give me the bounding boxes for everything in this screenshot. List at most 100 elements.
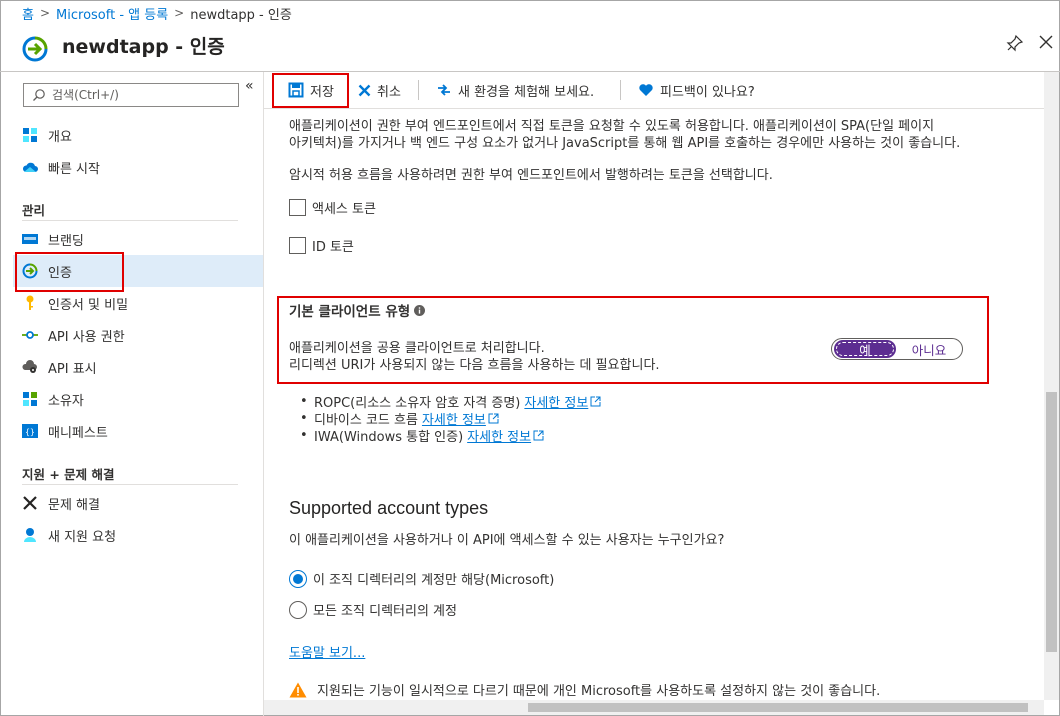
manifest-icon: {} xyxy=(22,423,38,439)
save-highlight xyxy=(272,73,349,108)
sidebar-item-label: API 사용 권한 xyxy=(48,329,125,345)
discard-button[interactable]: 취소 xyxy=(358,72,401,108)
sidebar-item-label: 소유자 xyxy=(48,393,84,409)
try-new-experience-button[interactable]: 새 환경을 체험해 보세요. xyxy=(436,72,594,108)
breadcrumb: 홈 > Microsoft - 앱 등록 > newdtapp - 인증 xyxy=(22,4,292,23)
implicit-grant-description: 아키텍처)를 가지거나 백 엔드 구성 요소가 없거나 JavaScript를 … xyxy=(289,136,961,151)
radio-single-tenant[interactable]: 이 조직 디렉터리의 계정만 해당(Microsoft) xyxy=(289,569,554,588)
warning-text: 지원되는 기능이 일시적으로 다르기 때문에 개인 Microsoft를 사용하… xyxy=(317,684,881,699)
toolbar-separator xyxy=(418,80,419,100)
section-heading-support: 지원 + 문제 해결 xyxy=(22,467,115,482)
info-icon[interactable] xyxy=(414,304,426,316)
help-me-decide-link[interactable]: 도움말 보기... xyxy=(289,642,365,661)
learn-more-link[interactable]: 자세한 정보 xyxy=(467,426,544,445)
vertical-scrollbar[interactable] xyxy=(1044,72,1059,700)
horizontal-scrollbar-thumb[interactable] xyxy=(528,703,1028,712)
default-client-type-title: 기본 클라이언트 유형 xyxy=(289,300,426,320)
breadcrumb-home-link[interactable]: 홈 xyxy=(22,4,34,23)
svg-text:{}: {} xyxy=(25,428,35,437)
access-token-label: 액세스 토큰 xyxy=(312,202,376,217)
id-token-checkbox[interactable] xyxy=(289,237,306,254)
breadcrumb-current: newdtapp - 인증 xyxy=(190,7,292,23)
title-bar: newdtapp - 인증 xyxy=(0,26,1060,70)
owners-grid-icon xyxy=(22,391,38,407)
main-content: 애플리케이션이 권한 부여 엔드포인트에서 직접 토큰을 요청할 수 있도록 허… xyxy=(264,108,1044,700)
tools-icon xyxy=(22,495,38,511)
api-permissions-icon xyxy=(22,327,38,343)
vertical-scrollbar-thumb[interactable] xyxy=(1046,392,1057,652)
overview-grid-icon xyxy=(22,127,38,143)
sidebar-item-label: 브랜딩 xyxy=(48,233,84,249)
sidebar-item-label: 새 지원 요청 xyxy=(48,529,117,545)
sidebar-item-label: 문제 해결 xyxy=(48,497,100,513)
collapse-sidebar-icon[interactable]: « xyxy=(245,78,254,94)
list-item: IWA(Windows 통합 인증) 자세한 정보 xyxy=(300,426,544,445)
sidebar-item-new-support-request[interactable]: 새 지원 요청 xyxy=(13,519,263,551)
feedback-label: 피드백이 있나요? xyxy=(660,84,755,100)
breadcrumb-separator: > xyxy=(39,6,51,20)
token-select-prompt: 암시적 허용 흐름을 사용하려면 권한 부여 엔드포인트에서 발행하려는 토큰을… xyxy=(289,168,773,183)
breadcrumb-separator: > xyxy=(174,6,185,20)
heart-icon xyxy=(639,84,653,96)
external-link-icon xyxy=(533,430,544,441)
flow-name: IWA(Windows 통합 인증) xyxy=(314,430,464,445)
sidebar: « 개요 빠른 시작 관리 브랜딩 인증 인증서 xyxy=(0,72,264,716)
sidebar-item-quickstart[interactable]: 빠른 시작 xyxy=(13,151,263,183)
close-icon[interactable] xyxy=(1038,34,1054,50)
sidebar-item-label: 빠른 시작 xyxy=(48,161,100,177)
external-link-icon xyxy=(590,396,601,407)
cloud-icon xyxy=(22,159,38,175)
sidebar-search[interactable] xyxy=(23,83,239,107)
id-token-label: ID 토큰 xyxy=(312,240,354,255)
authentication-highlight xyxy=(15,252,124,292)
sidebar-item-label: 인증서 및 비밀 xyxy=(48,297,129,313)
horizontal-scrollbar[interactable] xyxy=(264,700,1044,715)
supported-account-types-heading: Supported account types xyxy=(289,498,489,518)
learn-more-link[interactable]: 자세한 정보 xyxy=(524,392,601,411)
breadcrumb-app-registrations-link[interactable]: Microsoft - 앱 등록 xyxy=(56,4,168,23)
section-heading-manage: 관리 xyxy=(22,203,46,218)
sidebar-item-api-permissions[interactable]: API 사용 권한 xyxy=(13,319,263,351)
search-input[interactable] xyxy=(52,88,232,102)
default-client-type-label: 기본 클라이언트 유형 xyxy=(289,304,411,320)
sidebar-item-owners[interactable]: 소유자 xyxy=(13,383,263,415)
public-client-toggle[interactable]: 예 아니요 xyxy=(831,338,963,360)
warning-icon xyxy=(289,682,307,697)
radio-label: 이 조직 디렉터리의 계정만 해당(Microsoft) xyxy=(313,573,555,588)
page-title: newdtapp - 인증 xyxy=(62,36,225,58)
sidebar-item-troubleshooting[interactable]: 문제 해결 xyxy=(13,487,263,519)
search-icon xyxy=(33,89,45,101)
section-divider xyxy=(22,220,238,221)
discard-icon xyxy=(358,84,371,96)
discard-label: 취소 xyxy=(377,84,401,100)
access-token-checkbox[interactable] xyxy=(289,199,306,216)
sidebar-item-expose-api[interactable]: API 표시 xyxy=(13,351,263,383)
radio-button-selected[interactable] xyxy=(289,569,307,588)
toolbar-separator xyxy=(620,80,621,100)
command-bar: 저장 취소 새 환경을 체험해 보세요. 피드백이 있나요? xyxy=(264,72,1044,108)
pin-icon[interactable] xyxy=(1006,34,1024,52)
radio-multi-tenant[interactable]: 모든 조직 디렉터리의 계정 xyxy=(289,600,457,619)
sidebar-item-label: API 표시 xyxy=(48,361,97,377)
section-divider xyxy=(22,484,238,485)
sidebar-item-label: 매니페스트 xyxy=(48,425,108,441)
support-person-icon xyxy=(22,527,38,543)
sidebar-item-label: 개요 xyxy=(48,129,72,145)
account-types-question: 이 애플리케이션을 사용하거나 이 API에 액세스할 수 있는 사용자는 누구… xyxy=(289,533,725,548)
implicit-grant-description: 애플리케이션이 권한 부여 엔드포인트에서 직접 토큰을 요청할 수 있도록 허… xyxy=(289,119,935,134)
sidebar-item-branding[interactable]: 브랜딩 xyxy=(13,223,263,255)
sidebar-item-overview[interactable]: 개요 xyxy=(13,119,263,151)
switch-arrows-icon xyxy=(438,84,450,96)
key-icon xyxy=(22,295,38,311)
external-link-icon xyxy=(488,413,499,424)
radio-button[interactable] xyxy=(289,600,307,619)
personal-account-warning: 지원되는 기능이 일시적으로 다르기 때문에 개인 Microsoft를 사용하… xyxy=(289,680,880,699)
feedback-button[interactable]: 피드백이 있나요? xyxy=(638,72,755,108)
sidebar-item-manifest[interactable]: {} 매니페스트 xyxy=(13,415,263,447)
id-token-checkbox-row[interactable]: ID 토큰 xyxy=(289,236,354,255)
public-client-description: 애플리케이션을 공용 클라이언트로 처리합니다. xyxy=(289,341,545,356)
toggle-no-option[interactable]: 아니요 xyxy=(896,340,962,359)
toggle-yes-option[interactable]: 예 xyxy=(834,340,896,358)
authentication-icon xyxy=(22,36,48,62)
access-token-checkbox-row[interactable]: 액세스 토큰 xyxy=(289,198,376,217)
